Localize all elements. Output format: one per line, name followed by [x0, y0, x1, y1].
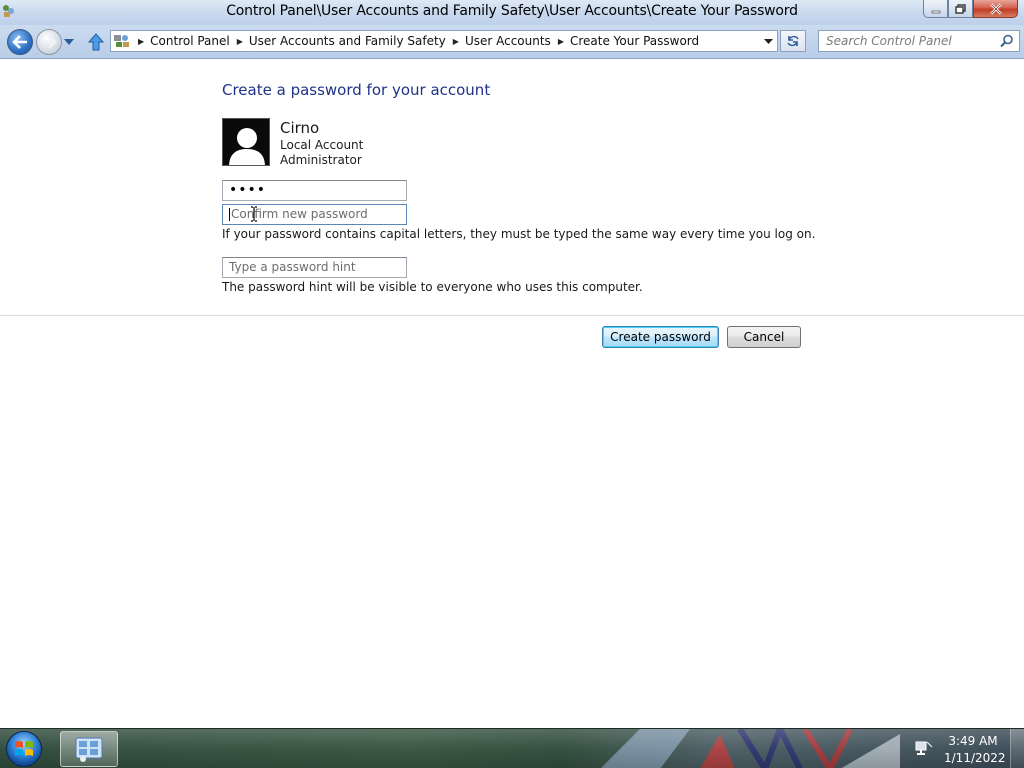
window-title: Control Panel\User Accounts and Family S… — [226, 3, 798, 19]
recent-pages-button[interactable] — [63, 35, 75, 49]
main-content: Create a password for your account Cirno… — [0, 60, 1024, 728]
address-bar[interactable]: ▶ Control Panel ▶ User Accounts and Fami… — [110, 30, 778, 52]
search-icon[interactable] — [1000, 34, 1014, 48]
divider — [0, 315, 1024, 316]
page-title: Create a password for your account — [222, 81, 491, 99]
close-button[interactable] — [973, 0, 1018, 18]
taskbar-control-panel-button[interactable] — [60, 731, 118, 767]
address-dropdown-button[interactable] — [761, 34, 775, 48]
restore-icon — [954, 3, 966, 14]
cancel-button[interactable]: Cancel — [727, 326, 801, 348]
breadcrumb-separator-icon[interactable]: ▶ — [237, 37, 243, 46]
text-caret — [229, 208, 230, 221]
user-name: Cirno — [280, 119, 320, 137]
search-placeholder: Search Control Panel — [826, 34, 952, 48]
account-type: Local Account — [280, 138, 364, 152]
title-bar[interactable]: Control Panel\User Accounts and Family S… — [0, 0, 1024, 25]
new-password-field[interactable]: •••• — [222, 180, 407, 201]
chevron-down-icon — [763, 38, 773, 44]
search-input[interactable]: Search Control Panel — [818, 30, 1020, 52]
forward-button[interactable] — [36, 29, 62, 55]
taskbar: 3:49 AM 1/11/2022 — [0, 728, 1024, 768]
breadcrumb-user-accounts-family-safety[interactable]: User Accounts and Family Safety — [249, 34, 446, 48]
breadcrumb-separator-icon[interactable]: ▶ — [453, 37, 459, 46]
breadcrumb-control-panel[interactable]: Control Panel — [150, 34, 230, 48]
back-button[interactable] — [7, 29, 33, 55]
account-role: Administrator — [280, 153, 362, 167]
chevron-down-icon — [64, 39, 74, 45]
minimize-button[interactable] — [923, 0, 948, 18]
capital-letters-note: If your password contains capital letter… — [222, 227, 816, 241]
password-value: •••• — [229, 182, 267, 198]
refresh-button[interactable] — [780, 30, 806, 52]
show-desktop-button[interactable] — [1010, 729, 1024, 768]
forward-arrow-icon — [42, 35, 57, 49]
hint-visibility-note: The password hint will be visible to eve… — [222, 280, 643, 294]
refresh-icon — [787, 35, 799, 47]
up-level-button[interactable] — [85, 31, 107, 53]
navigation-bar: ▶ Control Panel ▶ User Accounts and Fami… — [0, 25, 1024, 59]
close-icon — [989, 2, 1002, 15]
password-hint-placeholder: Type a password hint — [229, 260, 356, 274]
maximize-button[interactable] — [948, 0, 973, 18]
password-hint-field[interactable]: Type a password hint — [222, 257, 407, 278]
window-controls — [923, 0, 1018, 18]
breadcrumb-separator-icon[interactable]: ▶ — [138, 37, 144, 46]
breadcrumb-user-accounts[interactable]: User Accounts — [465, 34, 551, 48]
minimize-icon — [931, 10, 940, 13]
breadcrumb-separator-icon[interactable]: ▶ — [558, 37, 564, 46]
back-arrow-icon — [12, 35, 27, 49]
taskbar-glass — [0, 729, 1024, 768]
create-password-button[interactable]: Create password — [602, 326, 719, 348]
breadcrumb-create-password[interactable]: Create Your Password — [570, 34, 699, 48]
avatar — [222, 118, 270, 166]
up-arrow-icon — [88, 33, 104, 51]
control-panel-icon — [114, 35, 129, 47]
clock-time[interactable]: 3:49 AM — [944, 734, 1002, 748]
clock-date[interactable]: 1/11/2022 — [944, 751, 1006, 765]
text-cursor-icon — [251, 206, 257, 222]
network-icon[interactable] — [913, 740, 933, 758]
start-button[interactable] — [6, 731, 42, 767]
control-panel-icon — [75, 737, 103, 762]
windows-logo-icon — [15, 741, 33, 756]
user-silhouette-icon — [223, 119, 269, 165]
